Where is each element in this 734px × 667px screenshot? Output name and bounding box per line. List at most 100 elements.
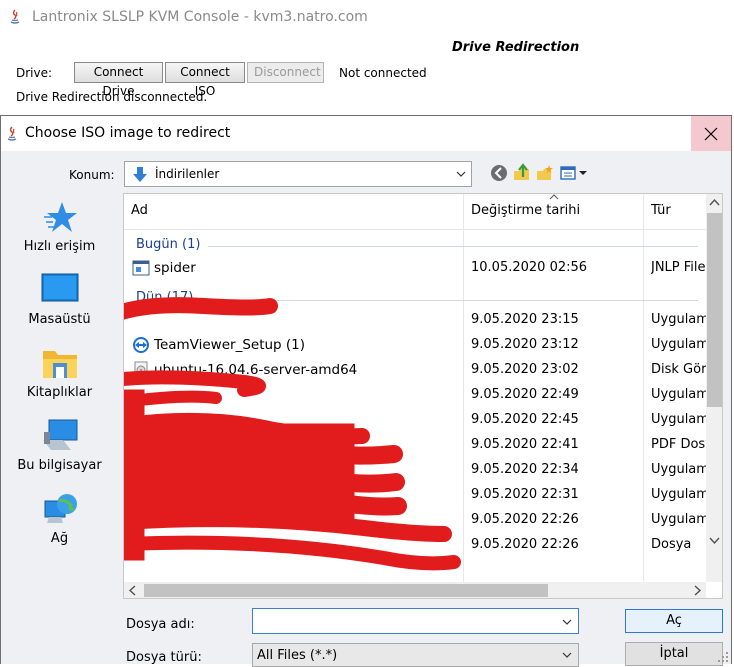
file-row[interactable]: ubuntu-16.04.6-server-amd64 9.05.2020 23… xyxy=(124,358,706,383)
new-folder-icon[interactable] xyxy=(535,163,555,183)
downloads-arrow-icon xyxy=(133,167,147,182)
file-date: 9.05.2020 22:45 xyxy=(471,412,579,427)
chevron-down-icon xyxy=(456,171,466,177)
file-date: 10.05.2020 02:56 xyxy=(471,260,588,275)
place-desktop[interactable]: Masaüstü xyxy=(1,272,118,342)
jnlp-file-icon xyxy=(132,260,150,276)
file-row[interactable]: 9.05.2020 23:15 Uygulama xyxy=(124,308,706,333)
location-value: İndirilenler xyxy=(155,167,220,181)
column-header-row: Ad Değiştirme tarihi Tür xyxy=(124,194,706,230)
file-row[interactable]: TeamViewer_Setup (1) 9.05.2020 23:12 Uyg… xyxy=(124,333,706,358)
file-row[interactable]: 9.05.2020 22:31 Uygulama xyxy=(124,483,706,508)
file-type: Uygulama xyxy=(651,412,706,427)
file-date: 9.05.2020 23:02 xyxy=(471,362,579,377)
place-label: Kitaplıklar xyxy=(26,385,93,400)
choose-iso-dialog: Choose ISO image to redirect Konum: İndi… xyxy=(0,115,732,667)
column-header-name[interactable]: Ad xyxy=(131,203,148,218)
dialog-title: Choose ISO image to redirect xyxy=(25,125,231,141)
quick-access-star-icon xyxy=(43,202,77,232)
horizontal-scroll-thumb[interactable] xyxy=(144,584,548,597)
place-quick-access[interactable]: Hızlı erişim xyxy=(1,199,118,269)
dialog-body: Konum: İndirilenler Hızlı erişim Masaüst… xyxy=(1,151,731,667)
column-header-type[interactable]: Tür xyxy=(651,203,671,218)
drive-label: Drive: xyxy=(16,66,53,80)
file-row[interactable]: 9.05.2020 22:26 Uygulama xyxy=(124,508,706,533)
column-header-date[interactable]: Değiştirme tarihi xyxy=(471,203,580,218)
group-separator xyxy=(200,300,698,301)
chevron-left-icon[interactable] xyxy=(124,582,141,599)
file-row[interactable]: 9.05.2020 22:49 Uygulama xyxy=(124,383,706,408)
file-row[interactable]: spider 10.05.2020 02:56 JNLP File xyxy=(124,256,706,281)
file-name-input[interactable] xyxy=(252,608,579,634)
group-header-today[interactable]: Bugün (1) xyxy=(136,237,200,252)
resize-grip-icon[interactable] xyxy=(717,651,729,663)
file-type: JNLP File xyxy=(651,260,706,275)
file-type-label: Dosya türü: xyxy=(126,650,202,665)
file-date: 9.05.2020 22:26 xyxy=(471,537,579,552)
connect-iso-button[interactable]: Connect ISO xyxy=(165,62,245,98)
connect-drive-button[interactable]: Connect Drive xyxy=(74,62,163,98)
location-label: Konum: xyxy=(69,168,115,182)
file-type: Uygulama xyxy=(651,312,706,327)
file-name: TeamViewer_Setup (1) xyxy=(154,337,306,353)
chevron-up-icon[interactable] xyxy=(706,194,723,211)
kvm-console-title: Lantronix SLSLP KVM Console - kvm3.natro… xyxy=(32,9,368,25)
java-icon xyxy=(7,126,17,141)
sort-caret-icon xyxy=(549,194,559,200)
file-type: Uygulama xyxy=(651,387,706,402)
desktop-icon xyxy=(41,273,78,302)
up-folder-icon[interactable] xyxy=(512,163,532,183)
place-network[interactable]: Ağ xyxy=(1,491,118,561)
file-type: Uygulama xyxy=(651,337,706,352)
connection-status: Not connected xyxy=(339,66,427,80)
file-list[interactable]: Ad Değiştirme tarihi Tür Bugün (1) spide… xyxy=(123,193,723,599)
file-row[interactable]: 9.05.2020 22:41 PDF Dosyası xyxy=(124,433,706,458)
location-dropdown[interactable]: İndirilenler xyxy=(124,161,472,187)
back-icon[interactable] xyxy=(489,163,509,183)
file-name: ubuntu-16.04.6-server-amd64 xyxy=(154,362,358,378)
place-label: Hızlı erişim xyxy=(23,239,96,254)
file-date: 9.05.2020 22:41 xyxy=(471,437,579,452)
file-type: Uygulama xyxy=(651,512,706,527)
redirection-status-message: Drive Redirection disconnected. xyxy=(16,90,208,104)
kvm-console-titlebar: Lantronix SLSLP KVM Console - kvm3.natro… xyxy=(0,0,734,36)
dialog-titlebar[interactable]: Choose ISO image to redirect xyxy=(1,116,731,151)
file-type: Dosya xyxy=(651,537,692,552)
close-button[interactable] xyxy=(691,116,731,151)
open-button[interactable]: Aç xyxy=(625,609,723,633)
drive-redirection-heading: Drive Redirection xyxy=(452,40,580,55)
vertical-scroll-thumb[interactable] xyxy=(707,213,722,407)
teamviewer-icon xyxy=(133,337,149,353)
chevron-down-icon xyxy=(562,652,572,658)
place-libraries[interactable]: Kitaplıklar xyxy=(1,345,118,415)
file-type: Uygulama xyxy=(651,487,706,502)
horizontal-scrollbar[interactable] xyxy=(124,582,706,599)
file-type: Disk Görüntüsü xyxy=(651,362,706,377)
chevron-right-icon[interactable] xyxy=(689,582,706,599)
group-header-yesterday[interactable]: Dün (17) xyxy=(136,290,193,305)
file-date: 9.05.2020 23:12 xyxy=(471,337,579,352)
file-row[interactable]: 9.05.2020 22:45 Uygulama xyxy=(124,408,706,433)
file-row[interactable]: 9.05.2020 22:34 Uygulama xyxy=(124,458,706,483)
file-name-label: Dosya adı: xyxy=(126,617,195,632)
place-label: Bu bilgisayar xyxy=(17,458,102,473)
close-icon xyxy=(704,127,718,140)
file-type: PDF Dosyası xyxy=(651,437,706,452)
file-row[interactable]: 9.05.2020 22:26 Dosya xyxy=(124,533,706,558)
vertical-scrollbar[interactable] xyxy=(706,194,723,582)
disconnect-button: Disconnect xyxy=(247,62,324,83)
disk-image-icon xyxy=(134,361,148,379)
cancel-button[interactable]: İptal xyxy=(625,642,723,666)
place-this-pc[interactable]: Bu bilgisayar xyxy=(1,418,118,488)
view-menu-icon[interactable] xyxy=(559,163,589,183)
network-globe-icon xyxy=(44,494,77,523)
file-type-dropdown[interactable]: All Files (*.*) xyxy=(252,643,579,667)
chevron-down-icon[interactable] xyxy=(706,532,723,549)
java-icon xyxy=(10,9,20,24)
places-bar: Hızlı erişim Masaüstü Kitaplıklar Bu bil… xyxy=(1,193,118,593)
place-label: Masaüstü xyxy=(28,312,91,327)
computer-icon xyxy=(42,419,77,450)
file-date: 9.05.2020 22:31 xyxy=(471,487,579,502)
file-date: 9.05.2020 22:49 xyxy=(471,387,579,402)
file-date: 9.05.2020 22:26 xyxy=(471,512,579,527)
